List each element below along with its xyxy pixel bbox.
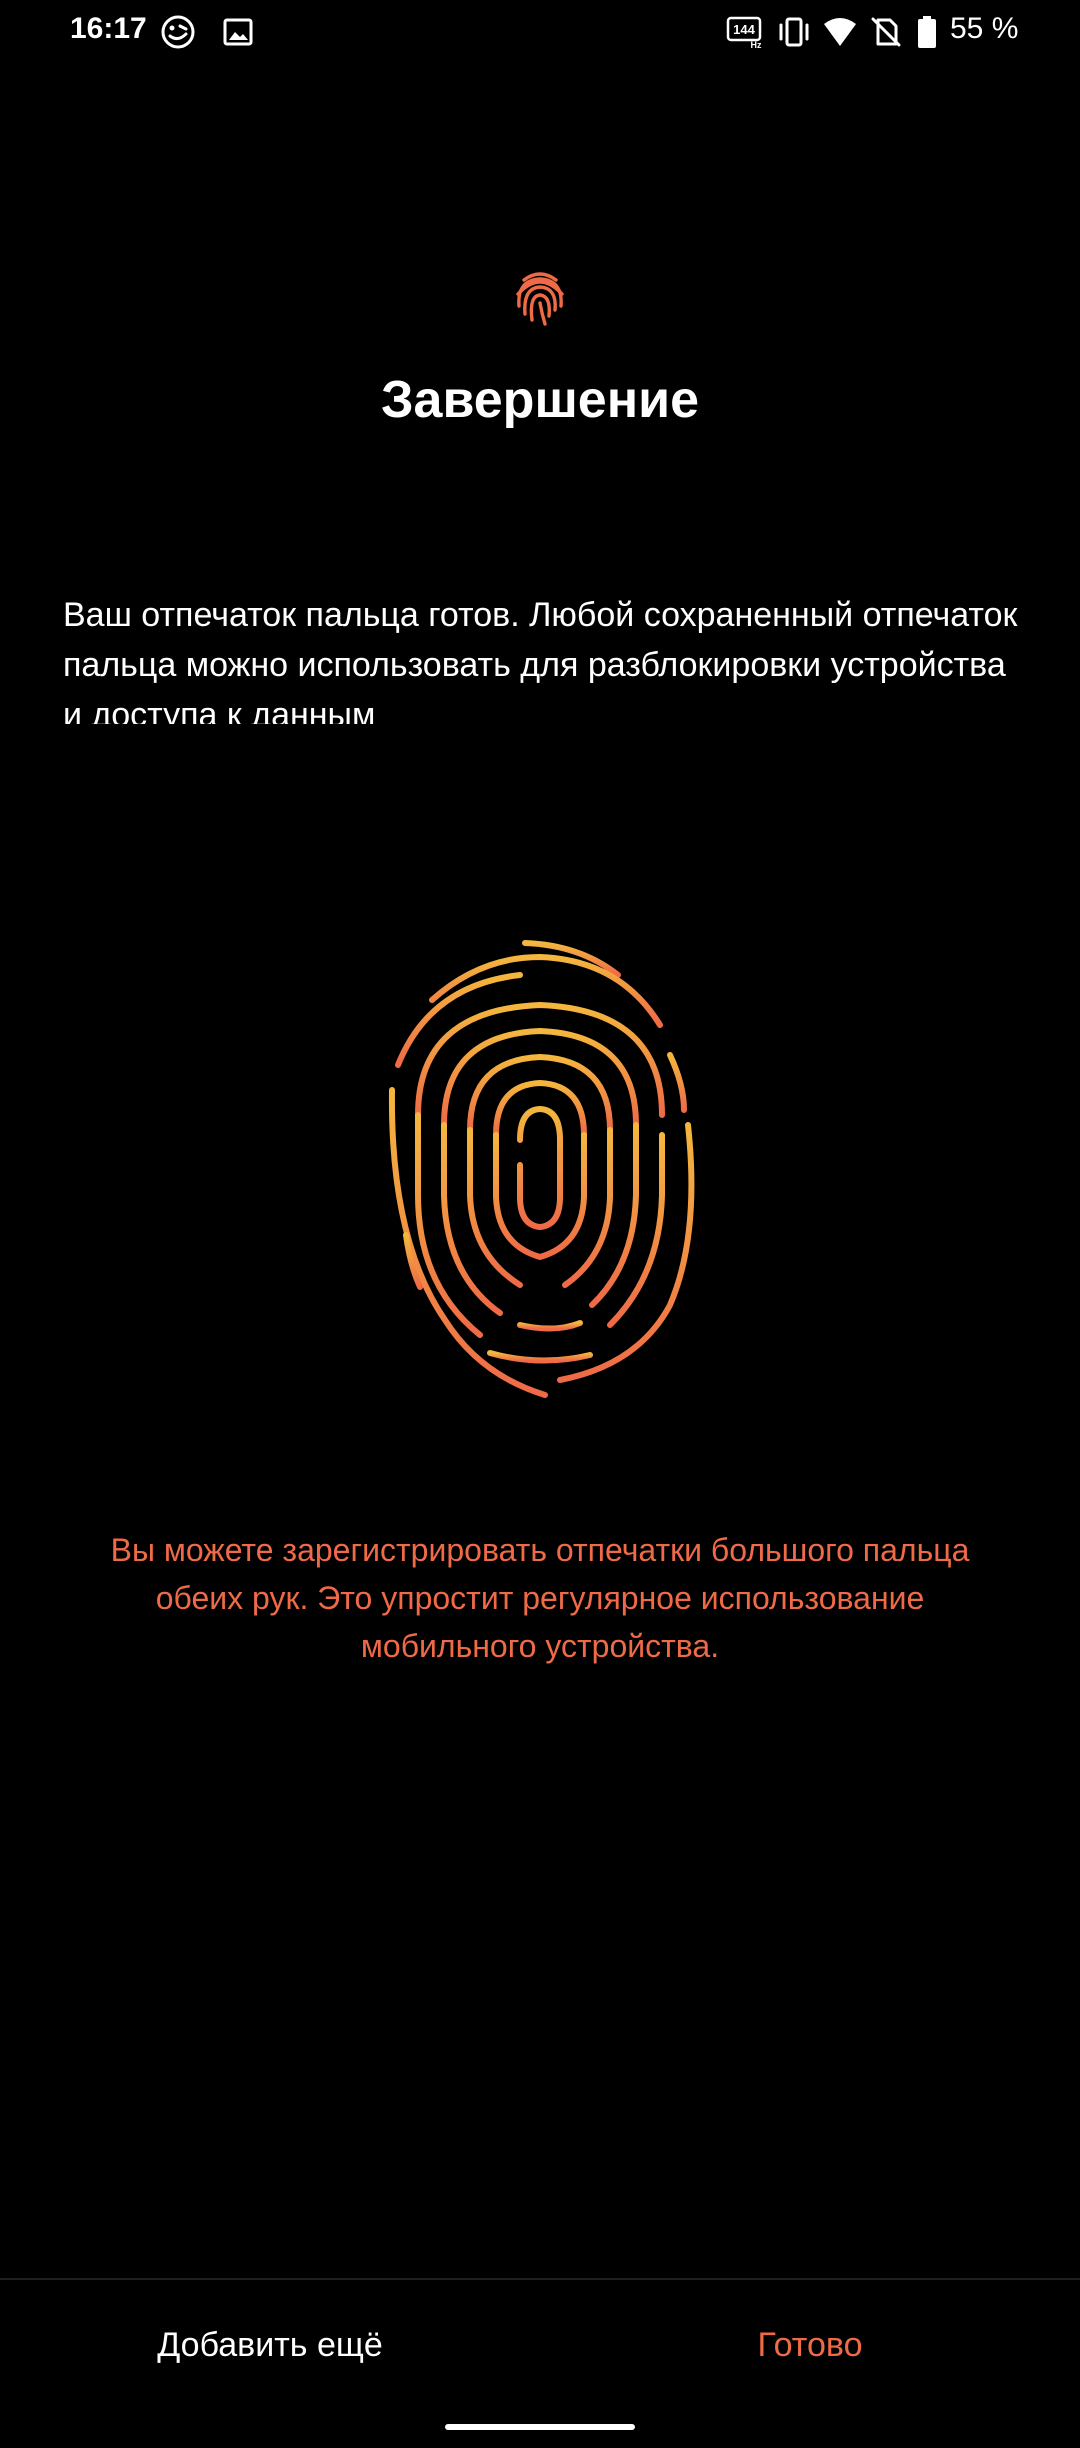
vibrate-icon [779, 17, 809, 47]
battery-percentage: 55 % [950, 12, 1019, 45]
status-bar: 16:17 144 Hz 55 % [0, 0, 1080, 64]
done-button[interactable]: Готово [700, 2310, 920, 2380]
hint-text: Вы можете зарегистрировать отпечатки бол… [110, 1532, 970, 1664]
home-indicator[interactable] [445, 2424, 635, 2430]
bottom-divider [0, 2278, 1080, 2280]
asus-smiley-icon [161, 15, 195, 49]
description-text: Ваш отпечаток пальца готов. Любой сохран… [63, 596, 1018, 724]
fingerprint-illustration [388, 940, 695, 1398]
wifi-icon [824, 18, 856, 46]
no-sim-icon [871, 17, 901, 47]
status-time: 16:17 [70, 12, 147, 45]
page-title: Завершение [380, 371, 700, 429]
fingerprint-icon [516, 272, 564, 326]
add-more-button[interactable]: Добавить ещё [140, 2310, 400, 2380]
image-icon [223, 18, 253, 46]
refresh-rate-144hz-icon: 144 Hz [726, 16, 762, 50]
svg-text:Hz: Hz [751, 40, 762, 50]
svg-text:144: 144 [733, 22, 755, 37]
description-container: Ваш отпечаток пальца готов. Любой сохран… [63, 590, 1023, 724]
battery-icon [918, 16, 936, 48]
